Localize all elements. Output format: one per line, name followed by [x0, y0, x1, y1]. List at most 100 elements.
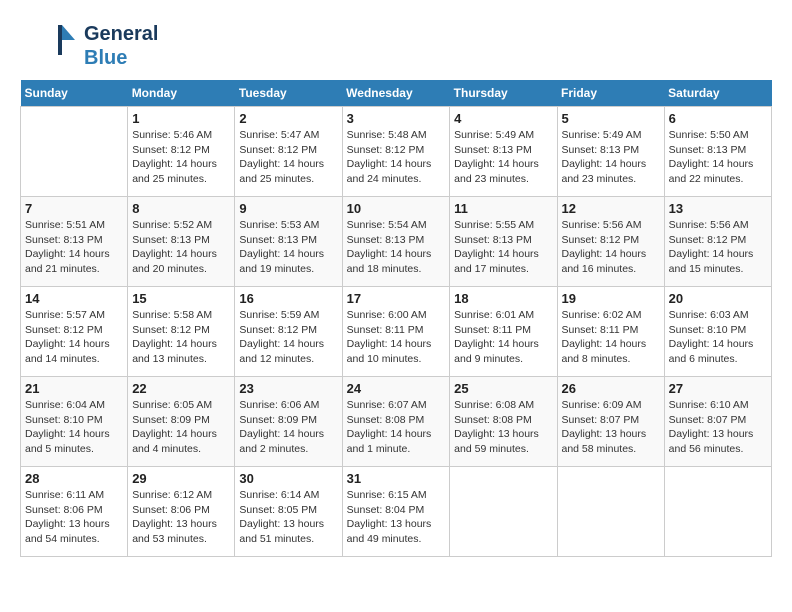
day-info: Sunrise: 6:05 AM Sunset: 8:09 PM Dayligh…	[132, 398, 230, 457]
day-cell-7: 7 Sunrise: 5:51 AM Sunset: 8:13 PM Daylig…	[21, 197, 128, 287]
day-number: 23	[239, 381, 337, 396]
day-info: Sunrise: 6:11 AM Sunset: 8:06 PM Dayligh…	[25, 488, 123, 547]
day-number: 19	[562, 291, 660, 306]
day-number: 15	[132, 291, 230, 306]
day-cell-10: 10Sunrise: 5:54 AM Sunset: 8:13 PM Dayli…	[342, 197, 450, 287]
day-info: Sunrise: 6:03 AM Sunset: 8:10 PM Dayligh…	[669, 308, 767, 367]
weekday-header-friday: Friday	[557, 80, 664, 107]
weekday-header-row: SundayMondayTuesdayWednesdayThursdayFrid…	[21, 80, 772, 107]
day-number: 28	[25, 471, 123, 486]
day-cell-6: 6 Sunrise: 5:50 AM Sunset: 8:13 PM Daylig…	[664, 107, 771, 197]
day-info: Sunrise: 5:47 AM Sunset: 8:12 PM Dayligh…	[239, 128, 337, 187]
day-number: 25	[454, 381, 552, 396]
day-number: 22	[132, 381, 230, 396]
weekday-header-thursday: Thursday	[450, 80, 557, 107]
day-info: Sunrise: 5:48 AM Sunset: 8:12 PM Dayligh…	[347, 128, 446, 187]
day-info: Sunrise: 5:52 AM Sunset: 8:13 PM Dayligh…	[132, 218, 230, 277]
day-number: 3	[347, 111, 446, 126]
day-cell-12: 12Sunrise: 5:56 AM Sunset: 8:12 PM Dayli…	[557, 197, 664, 287]
day-info: Sunrise: 5:55 AM Sunset: 8:13 PM Dayligh…	[454, 218, 552, 277]
page-header: GeneralBlue	[20, 20, 772, 70]
day-cell-11: 11 Sunrise: 5:55 AM Sunset: 8:13 PM Dayli…	[450, 197, 557, 287]
day-info: Sunrise: 5:46 AM Sunset: 8:12 PM Dayligh…	[132, 128, 230, 187]
day-number: 6	[669, 111, 767, 126]
day-cell-5: 5 Sunrise: 5:49 AM Sunset: 8:13 PM Daylig…	[557, 107, 664, 197]
day-info: Sunrise: 5:54 AM Sunset: 8:13 PM Dayligh…	[347, 218, 446, 277]
day-info: Sunrise: 5:50 AM Sunset: 8:13 PM Dayligh…	[669, 128, 767, 187]
day-number: 21	[25, 381, 123, 396]
day-info: Sunrise: 6:06 AM Sunset: 8:09 PM Dayligh…	[239, 398, 337, 457]
day-cell-8: 8 Sunrise: 5:52 AM Sunset: 8:13 PM Daylig…	[128, 197, 235, 287]
day-cell-16: 16 Sunrise: 5:59 AM Sunset: 8:12 PM Dayli…	[235, 287, 342, 377]
day-cell-20: 20 Sunrise: 6:03 AM Sunset: 8:10 PM Dayli…	[664, 287, 771, 377]
day-cell-26: 26Sunrise: 6:09 AM Sunset: 8:07 PM Dayli…	[557, 377, 664, 467]
empty-cell	[664, 467, 771, 557]
day-info: Sunrise: 6:04 AM Sunset: 8:10 PM Dayligh…	[25, 398, 123, 457]
day-info: Sunrise: 5:58 AM Sunset: 8:12 PM Dayligh…	[132, 308, 230, 367]
day-info: Sunrise: 6:00 AM Sunset: 8:11 PM Dayligh…	[347, 308, 446, 367]
day-number: 8	[132, 201, 230, 216]
weekday-header-sunday: Sunday	[21, 80, 128, 107]
day-info: Sunrise: 5:51 AM Sunset: 8:13 PM Dayligh…	[25, 218, 123, 277]
day-number: 16	[239, 291, 337, 306]
day-number: 24	[347, 381, 446, 396]
day-cell-29: 29Sunrise: 6:12 AM Sunset: 8:06 PM Dayli…	[128, 467, 235, 557]
day-number: 9	[239, 201, 337, 216]
day-number: 2	[239, 111, 337, 126]
day-info: Sunrise: 6:15 AM Sunset: 8:04 PM Dayligh…	[347, 488, 446, 547]
day-number: 20	[669, 291, 767, 306]
logo-icon	[20, 20, 80, 70]
day-number: 12	[562, 201, 660, 216]
day-number: 17	[347, 291, 446, 306]
empty-cell	[557, 467, 664, 557]
empty-cell	[21, 107, 128, 197]
day-info: Sunrise: 5:59 AM Sunset: 8:12 PM Dayligh…	[239, 308, 337, 367]
weekday-header-monday: Monday	[128, 80, 235, 107]
day-info: Sunrise: 6:10 AM Sunset: 8:07 PM Dayligh…	[669, 398, 767, 457]
day-info: Sunrise: 6:12 AM Sunset: 8:06 PM Dayligh…	[132, 488, 230, 547]
day-info: Sunrise: 6:01 AM Sunset: 8:11 PM Dayligh…	[454, 308, 552, 367]
day-cell-22: 22 Sunrise: 6:05 AM Sunset: 8:09 PM Dayli…	[128, 377, 235, 467]
day-info: Sunrise: 6:14 AM Sunset: 8:05 PM Dayligh…	[239, 488, 337, 547]
day-info: Sunrise: 5:53 AM Sunset: 8:13 PM Dayligh…	[239, 218, 337, 277]
day-cell-21: 21 Sunrise: 6:04 AM Sunset: 8:10 PM Dayli…	[21, 377, 128, 467]
day-number: 27	[669, 381, 767, 396]
empty-cell	[450, 467, 557, 557]
day-info: Sunrise: 5:49 AM Sunset: 8:13 PM Dayligh…	[454, 128, 552, 187]
weekday-header-tuesday: Tuesday	[235, 80, 342, 107]
day-cell-31: 31 Sunrise: 6:15 AM Sunset: 8:04 PM Dayli…	[342, 467, 450, 557]
day-info: Sunrise: 5:56 AM Sunset: 8:12 PM Dayligh…	[669, 218, 767, 277]
day-number: 1	[132, 111, 230, 126]
day-cell-2: 2 Sunrise: 5:47 AM Sunset: 8:12 PM Daylig…	[235, 107, 342, 197]
day-cell-3: 3 Sunrise: 5:48 AM Sunset: 8:12 PM Daylig…	[342, 107, 450, 197]
day-number: 7	[25, 201, 123, 216]
day-cell-15: 15 Sunrise: 5:58 AM Sunset: 8:12 PM Dayli…	[128, 287, 235, 377]
day-cell-28: 28 Sunrise: 6:11 AM Sunset: 8:06 PM Dayli…	[21, 467, 128, 557]
logo: GeneralBlue	[20, 20, 158, 70]
day-cell-14: 14Sunrise: 5:57 AM Sunset: 8:12 PM Dayli…	[21, 287, 128, 377]
logo-text: GeneralBlue	[84, 21, 158, 69]
day-info: Sunrise: 6:08 AM Sunset: 8:08 PM Dayligh…	[454, 398, 552, 457]
day-cell-30: 30 Sunrise: 6:14 AM Sunset: 8:05 PM Dayli…	[235, 467, 342, 557]
logo-blue: Blue	[84, 47, 127, 69]
day-cell-17: 17 Sunrise: 6:00 AM Sunset: 8:11 PM Dayli…	[342, 287, 450, 377]
calendar-table: SundayMondayTuesdayWednesdayThursdayFrid…	[20, 80, 772, 557]
weekday-header-wednesday: Wednesday	[342, 80, 450, 107]
day-cell-25: 25 Sunrise: 6:08 AM Sunset: 8:08 PM Dayli…	[450, 377, 557, 467]
week-row-1: 1 Sunrise: 5:46 AM Sunset: 8:12 PM Daylig…	[21, 107, 772, 197]
day-cell-18: 18 Sunrise: 6:01 AM Sunset: 8:11 PM Dayli…	[450, 287, 557, 377]
day-number: 11	[454, 201, 552, 216]
day-cell-24: 24Sunrise: 6:07 AM Sunset: 8:08 PM Dayli…	[342, 377, 450, 467]
day-info: Sunrise: 5:57 AM Sunset: 8:12 PM Dayligh…	[25, 308, 123, 367]
day-cell-13: 13Sunrise: 5:56 AM Sunset: 8:12 PM Dayli…	[664, 197, 771, 287]
day-info: Sunrise: 5:49 AM Sunset: 8:13 PM Dayligh…	[562, 128, 660, 187]
day-number: 31	[347, 471, 446, 486]
day-number: 5	[562, 111, 660, 126]
day-number: 30	[239, 471, 337, 486]
weekday-header-saturday: Saturday	[664, 80, 771, 107]
day-info: Sunrise: 6:09 AM Sunset: 8:07 PM Dayligh…	[562, 398, 660, 457]
week-row-4: 21 Sunrise: 6:04 AM Sunset: 8:10 PM Dayli…	[21, 377, 772, 467]
day-info: Sunrise: 6:02 AM Sunset: 8:11 PM Dayligh…	[562, 308, 660, 367]
day-number: 18	[454, 291, 552, 306]
day-cell-27: 27 Sunrise: 6:10 AM Sunset: 8:07 PM Dayli…	[664, 377, 771, 467]
